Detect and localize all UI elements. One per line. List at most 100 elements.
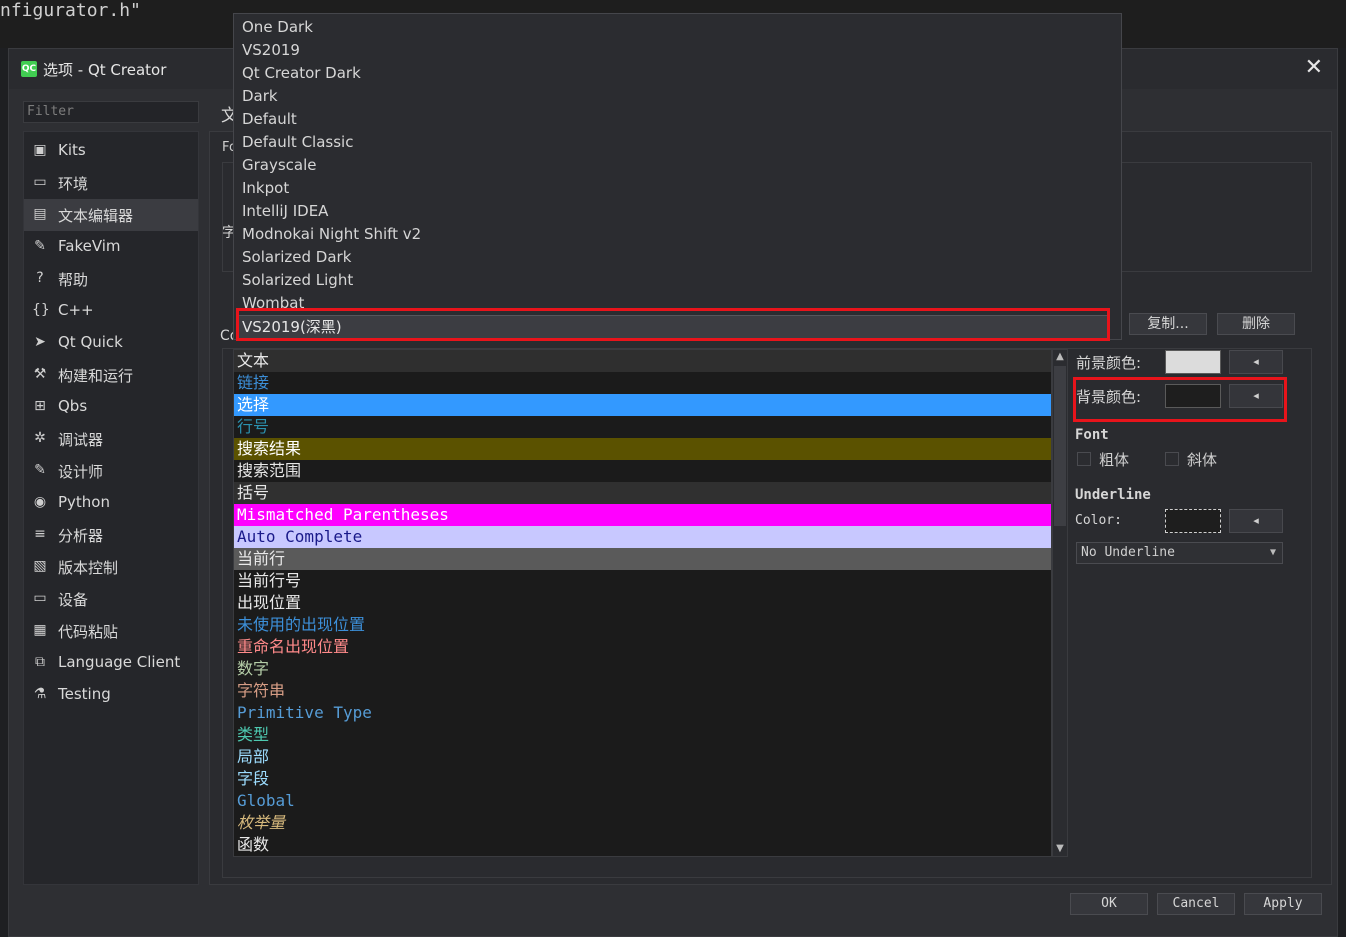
- sidebar-item-icon: {}: [32, 302, 50, 318]
- sidebar-item[interactable]: ▭ 设备: [24, 583, 198, 615]
- sidebar-item[interactable]: ➤ Qt Quick: [24, 327, 198, 359]
- underline-style-value: No Underline: [1081, 545, 1175, 560]
- sidebar-item[interactable]: ✎ FakeVim: [24, 231, 198, 263]
- dropdown-option[interactable]: IntelliJ IDEA: [242, 200, 328, 223]
- color-list-item[interactable]: 当前行号: [234, 570, 1051, 592]
- color-item-list[interactable]: 文本 链接 选择 行号 搜索结果 搜索范围 括号 Mismatched Parentheses…: [233, 349, 1052, 857]
- color-list-item[interactable]: 选择: [234, 394, 1051, 416]
- color-list-item[interactable]: 局部: [234, 746, 1051, 768]
- color-list-item[interactable]: 类型: [234, 724, 1051, 746]
- sidebar-item-icon: ▤: [33, 206, 47, 222]
- underline-style-select[interactable]: No Underline ▼: [1076, 542, 1283, 564]
- sidebar-item[interactable]: ⚒ 构建和运行: [24, 359, 198, 391]
- sidebar-item[interactable]: ▤ 文本编辑器: [24, 199, 198, 231]
- color-list-item[interactable]: 字段: [234, 768, 1051, 790]
- dropdown-option[interactable]: Default Classic: [242, 131, 353, 154]
- sidebar-item[interactable]: ≡ 分析器: [24, 519, 198, 551]
- dropdown-option[interactable]: Solarized Light: [242, 269, 353, 292]
- highlight-selected-scheme: [236, 308, 1110, 341]
- font-section-heading: Font: [1075, 427, 1109, 443]
- color-list-item[interactable]: 括号: [234, 482, 1051, 504]
- sidebar-item-label: Qbs: [58, 397, 88, 415]
- window-title: 选项 - Qt Creator: [43, 61, 167, 79]
- sidebar-item-label: Python: [58, 493, 110, 511]
- underline-color-label: Color:: [1075, 513, 1122, 528]
- dropdown-option[interactable]: Qt Creator Dark: [242, 62, 361, 85]
- sidebar: ▣ Kits ▭ 环境 ▤ 文本编辑器 ✎ FakeVim? 帮助 {} C++ ➤ Qt Quick ⚒…: [23, 131, 199, 885]
- dropdown-option[interactable]: Solarized Dark: [242, 246, 351, 269]
- sidebar-item-label: 调试器: [58, 431, 104, 449]
- color-list-item[interactable]: 出现位置: [234, 592, 1051, 614]
- color-list-item[interactable]: 行号: [234, 416, 1051, 438]
- color-scheme-dropdown[interactable]: One Dark VS2019 Qt Creator Dark Dark Default…: [233, 13, 1122, 340]
- dropdown-option[interactable]: VS2019: [242, 39, 300, 62]
- dropdown-option[interactable]: One Dark: [242, 16, 313, 39]
- chevron-down-icon: ▼: [1269, 547, 1276, 558]
- sidebar-item-label: 环境: [58, 175, 89, 193]
- filter-input[interactable]: Filter: [23, 101, 199, 123]
- color-list-item[interactable]: Global: [234, 790, 1051, 812]
- sidebar-item-icon: ◉: [33, 494, 47, 510]
- copy-scheme-button[interactable]: 复制...: [1129, 313, 1207, 335]
- bold-checkbox[interactable]: [1077, 452, 1091, 466]
- sidebar-item[interactable]: {} C++: [24, 295, 198, 327]
- sidebar-item[interactable]: ? 帮助: [24, 263, 198, 295]
- sidebar-item[interactable]: ◉ Python: [24, 487, 198, 519]
- color-list-item[interactable]: Mismatched Parentheses: [234, 504, 1051, 526]
- dropdown-option[interactable]: Default: [242, 108, 297, 131]
- color-list-item[interactable]: 枚举量: [234, 812, 1051, 834]
- sidebar-item[interactable]: ▧ 版本控制: [24, 551, 198, 583]
- ok-button[interactable]: OK: [1070, 893, 1148, 915]
- close-icon[interactable]: ✕: [1305, 55, 1323, 80]
- underline-color-swatch[interactable]: [1165, 509, 1221, 533]
- bold-label: 粗体: [1099, 451, 1130, 469]
- color-list-item[interactable]: 未使用的出现位置: [234, 614, 1051, 636]
- apply-button[interactable]: Apply: [1244, 893, 1322, 915]
- color-list-item[interactable]: 重命名出现位置: [234, 636, 1051, 658]
- color-list-item[interactable]: 搜索范围: [234, 460, 1051, 482]
- sidebar-item[interactable]: ⧉ Language Client: [24, 647, 198, 679]
- dropdown-option[interactable]: Dark: [242, 85, 278, 108]
- sidebar-item-icon: ▭: [33, 590, 47, 606]
- scroll-up-icon[interactable]: ▲: [1053, 350, 1067, 364]
- color-list-item[interactable]: Auto Complete: [234, 526, 1051, 548]
- scroll-down-icon[interactable]: ▼: [1053, 842, 1067, 856]
- dropdown-option[interactable]: Inkpot: [242, 177, 289, 200]
- foreground-color-swatch[interactable]: [1165, 350, 1221, 374]
- sidebar-item[interactable]: ⚗ Testing: [24, 679, 198, 711]
- color-list-item[interactable]: 链接: [234, 372, 1051, 394]
- sidebar-item[interactable]: ✎ 设计师: [24, 455, 198, 487]
- underline-section-heading: Underline: [1075, 487, 1151, 503]
- sidebar-item-label: 代码粘贴: [58, 623, 119, 641]
- sidebar-item[interactable]: ▭ 环境: [24, 167, 198, 199]
- italic-checkbox[interactable]: [1165, 452, 1179, 466]
- highlight-background-color: [1073, 377, 1287, 422]
- sidebar-item-label: Testing: [58, 685, 111, 703]
- sidebar-item-label: 分析器: [58, 527, 104, 545]
- color-list-item[interactable]: 函数: [234, 834, 1051, 856]
- sidebar-item[interactable]: ▣ Kits: [24, 135, 198, 167]
- sidebar-item[interactable]: ✲ 调试器: [24, 423, 198, 455]
- scrollbar-thumb[interactable]: [1054, 366, 1066, 526]
- color-list-item[interactable]: 字符串: [234, 680, 1051, 702]
- sidebar-item-label: C++: [58, 301, 94, 319]
- sidebar-item-label: Qt Quick: [58, 333, 123, 351]
- color-list-item[interactable]: 文本: [234, 350, 1051, 372]
- sidebar-item-label: 设计师: [58, 463, 104, 481]
- color-list-item[interactable]: 搜索结果: [234, 438, 1051, 460]
- color-list-scrollbar[interactable]: ▲ ▼: [1052, 349, 1068, 857]
- color-list-item[interactable]: Primitive Type: [234, 702, 1051, 724]
- delete-scheme-button[interactable]: 删除: [1217, 313, 1295, 335]
- sidebar-item[interactable]: ▦ 代码粘贴: [24, 615, 198, 647]
- sidebar-item-icon: ⧉: [35, 654, 45, 670]
- sidebar-item[interactable]: ⊞ Qbs: [24, 391, 198, 423]
- foreground-reset-button[interactable]: ◂: [1229, 350, 1283, 374]
- underline-reset-button[interactable]: ◂: [1229, 509, 1283, 533]
- dropdown-option[interactable]: Grayscale: [242, 154, 317, 177]
- sidebar-item-icon: ▧: [33, 558, 47, 574]
- color-list-item[interactable]: 当前行: [234, 548, 1051, 570]
- sidebar-item-label: 设备: [58, 591, 89, 609]
- cancel-button[interactable]: Cancel: [1157, 893, 1235, 915]
- dropdown-option[interactable]: Modnokai Night Shift v2: [242, 223, 421, 246]
- color-list-item[interactable]: 数字: [234, 658, 1051, 680]
